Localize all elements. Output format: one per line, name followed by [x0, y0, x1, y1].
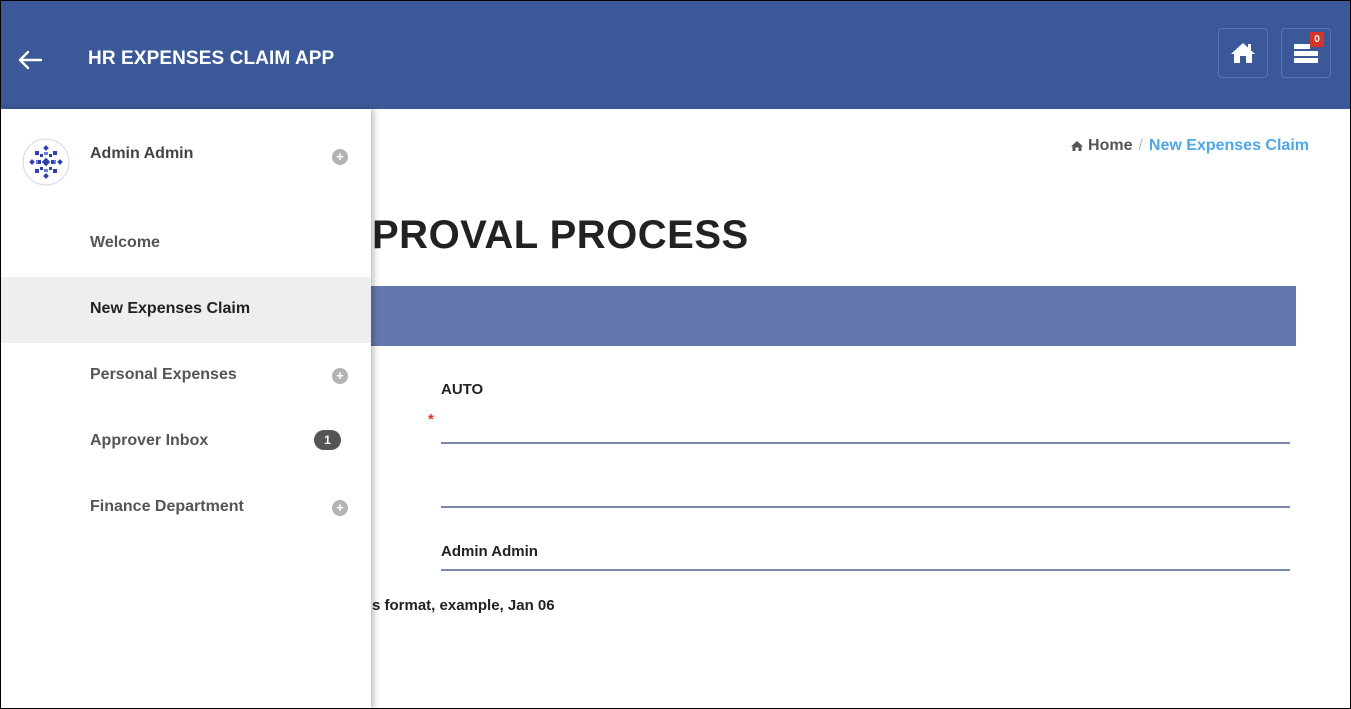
- sidebar-item-approver-inbox[interactable]: Approver Inbox 1: [0, 409, 371, 475]
- app-title: HR EXPENSES CLAIM APP: [88, 48, 335, 69]
- profile-name: Admin Admin: [90, 145, 194, 162]
- page-title-text: PROVAL PROCESS: [372, 213, 749, 257]
- requester-value: Admin Admin: [441, 543, 538, 560]
- plus-circle-icon: +: [332, 368, 348, 384]
- home-icon: [1231, 43, 1255, 63]
- avatar-pattern-icon: [22, 138, 70, 186]
- date-format-hint-text: s format, example, Jan 06: [372, 597, 555, 614]
- user-profile[interactable]: Admin Admin +: [0, 109, 371, 199]
- sidebar-item-welcome[interactable]: Welcome: [0, 211, 371, 277]
- sidebar-item-personal-expenses[interactable]: Personal Expenses +: [0, 343, 371, 409]
- breadcrumb-separator: /: [1138, 137, 1143, 154]
- tasks-menu-button[interactable]: 0: [1281, 28, 1331, 78]
- notification-count-badge: 0: [1310, 32, 1324, 47]
- breadcrumb-home-label: Home: [1088, 137, 1133, 154]
- sidebar-item-new-expenses-claim[interactable]: New Expenses Claim: [0, 277, 371, 343]
- avatar: [22, 138, 70, 186]
- sidebar-item-label: Personal Expenses: [90, 366, 237, 383]
- back-arrow-button[interactable]: [14, 44, 46, 76]
- sidebar: Admin Admin + Welcome New Expenses Claim…: [0, 109, 371, 709]
- app-header: HR EXPENSES CLAIM APP 0: [0, 0, 1351, 109]
- breadcrumb: Home / New Expenses Claim: [1070, 137, 1309, 155]
- inbox-count-badge: 1: [314, 430, 341, 450]
- plus-circle-icon[interactable]: +: [332, 149, 348, 165]
- breadcrumb-home-link[interactable]: Home: [1070, 137, 1132, 155]
- sidebar-item-label: Welcome: [90, 234, 160, 251]
- breadcrumb-current: New Expenses Claim: [1148, 137, 1309, 154]
- home-small-icon: [1071, 141, 1084, 151]
- required-field-input[interactable]: [441, 442, 1290, 444]
- claim-number-value: AUTO: [441, 381, 484, 398]
- sidebar-item-finance-department[interactable]: Finance Department +: [0, 475, 371, 541]
- arrow-left-icon: [18, 50, 43, 70]
- sidebar-item-label: Approver Inbox: [90, 432, 209, 449]
- required-marker: *: [428, 411, 434, 428]
- sidebar-item-label: New Expenses Claim: [90, 300, 251, 317]
- description-field-input[interactable]: [441, 506, 1290, 508]
- plus-circle-icon: +: [332, 500, 348, 516]
- sidebar-item-label: Finance Department: [90, 498, 244, 515]
- requester-field-input[interactable]: [441, 569, 1290, 571]
- home-button[interactable]: [1218, 28, 1268, 78]
